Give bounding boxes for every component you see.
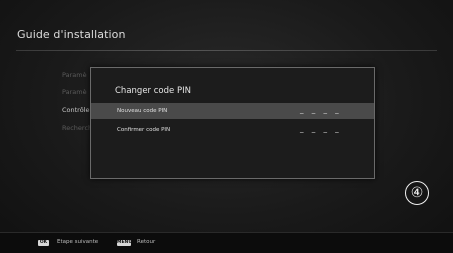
ok-hint-label: Etape suivante <box>57 239 99 245</box>
dialog-title: Changer code PIN <box>115 86 191 96</box>
menu-key-icon: MENU <box>117 240 132 246</box>
tv-setup-screen: Guide d'installation Paramè Paramè Contr… <box>0 0 453 253</box>
title-divider <box>16 50 437 51</box>
new-pin-value[interactable]: _ _ _ _ <box>300 106 342 114</box>
ok-key-icon: OK <box>38 240 49 246</box>
new-pin-label: Nouveau code PIN <box>117 108 168 114</box>
background-menu-item-active[interactable]: Contrôle <box>62 106 90 114</box>
menu-hint-label: Retour <box>137 239 156 245</box>
step-number-badge: ④ <box>405 181 429 205</box>
page-title: Guide d'installation <box>17 28 126 41</box>
new-pin-field[interactable]: Nouveau code PIN _ _ _ _ <box>91 103 374 119</box>
footer-bar: OK Etape suivante MENU Retour <box>0 232 453 253</box>
change-pin-dialog: Changer code PIN Nouveau code PIN _ _ _ … <box>90 67 375 179</box>
background-menu-item[interactable]: Paramè <box>62 88 87 96</box>
background-menu-item[interactable]: Recherch <box>62 124 92 132</box>
confirm-pin-field[interactable]: Confirmer code PIN _ _ _ _ <box>91 122 374 138</box>
confirm-pin-value[interactable]: _ _ _ _ <box>300 125 342 133</box>
confirm-pin-label: Confirmer code PIN <box>117 127 171 133</box>
background-menu-item[interactable]: Paramè <box>62 71 87 79</box>
